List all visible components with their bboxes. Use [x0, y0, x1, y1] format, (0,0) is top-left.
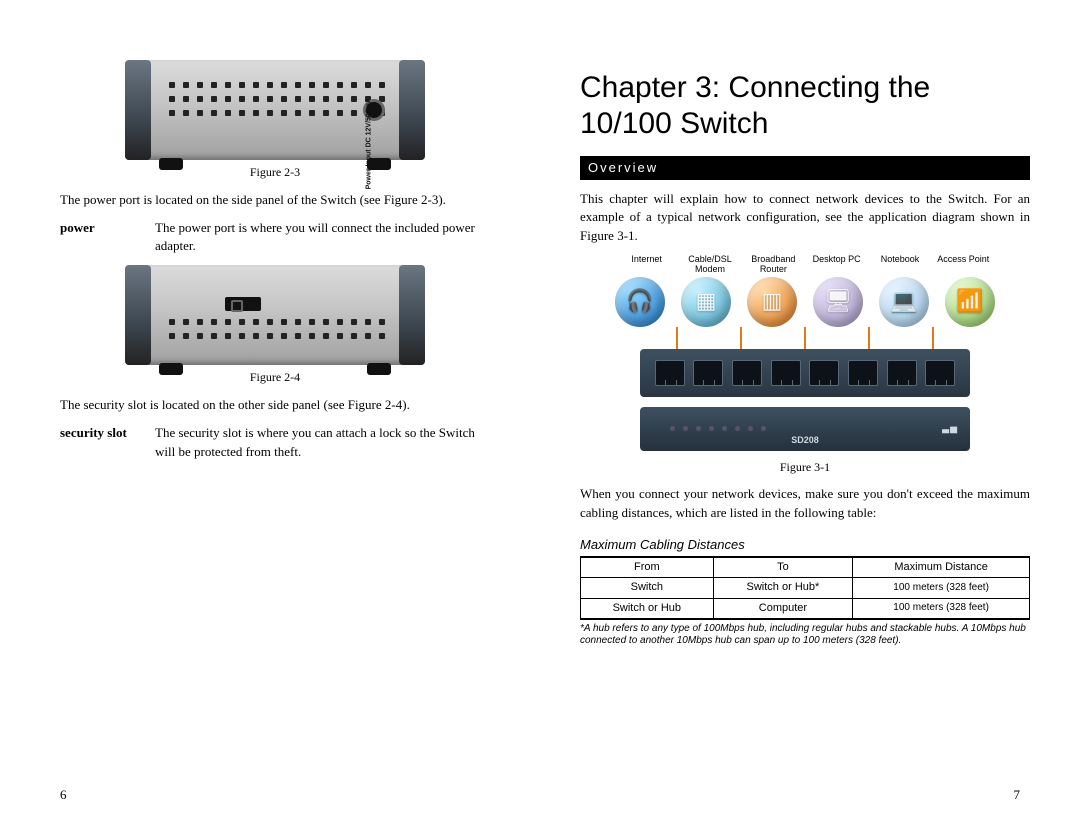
- th-max: Maximum Distance: [853, 557, 1030, 578]
- definition-power-desc: The power port is where you will connect…: [155, 219, 490, 255]
- security-slot-paragraph: The security slot is located on the othe…: [60, 396, 490, 414]
- td-max: 100 meters (328 feet): [853, 598, 1030, 619]
- th-to: To: [713, 557, 853, 578]
- label-modem: Cable/DSL Modem: [678, 255, 741, 275]
- definition-power-term: power: [60, 219, 155, 255]
- label-notebook: Notebook: [868, 255, 931, 275]
- label-desktop: Desktop PC: [805, 255, 868, 275]
- table-title: Maximum Cabling Distances: [580, 536, 1030, 554]
- td-from: Switch or Hub: [581, 598, 714, 619]
- definition-power: power The power port is where you will c…: [60, 219, 490, 255]
- td-max: 100 meters (328 feet): [853, 578, 1030, 598]
- device-side-power: Power Input DC 12V/500mA: [125, 60, 425, 160]
- td-from: Switch: [581, 578, 714, 598]
- device-model-label: SD208: [791, 434, 819, 447]
- figure-2-3-image: Power Input DC 12V/500mA: [125, 60, 425, 160]
- modem-icon: ▦: [681, 277, 731, 327]
- brand-logo-icon: ▃▅: [942, 422, 958, 435]
- figure-2-4-caption: Figure 2-4: [60, 369, 490, 386]
- figure-3-1-caption: Figure 3-1: [580, 459, 1030, 476]
- connect-paragraph: When you connect your network devices, m…: [580, 485, 1030, 521]
- definition-security: security slot The security slot is where…: [60, 424, 490, 460]
- desktop-icon: 🖥: [813, 277, 863, 327]
- chapter-title: Chapter 3: Connecting the 10/100 Switch: [580, 70, 1030, 142]
- overview-paragraph: This chapter will explain how to connect…: [580, 190, 1030, 245]
- power-port-label: Power Input DC 12V/500mA: [365, 98, 372, 189]
- figure-2-4-image: [125, 265, 425, 365]
- page-left: Power Input DC 12V/500mA Figure 2-3 The …: [0, 0, 540, 834]
- section-overview-bar: Overview: [580, 156, 1030, 180]
- definition-security-term: security slot: [60, 424, 155, 460]
- diagram-icons: 🎧 ▦ ▥ 🖥 💻 📶: [615, 277, 995, 327]
- device-side-security: [125, 265, 425, 365]
- diagram-connectors: [615, 327, 995, 349]
- diagram-labels: Internet Cable/DSL Modem Broadband Route…: [615, 255, 995, 275]
- figure-2-3-caption: Figure 2-3: [60, 164, 490, 181]
- cabling-table: From To Maximum Distance Switch Switch o…: [580, 556, 1030, 620]
- label-router: Broadband Router: [742, 255, 805, 275]
- label-ap: Access Point: [932, 255, 995, 275]
- table-header-row: From To Maximum Distance: [581, 557, 1030, 578]
- label-internet: Internet: [615, 255, 678, 275]
- table-row: Switch or Hub Computer 100 meters (328 f…: [581, 598, 1030, 619]
- router-icon: ▥: [747, 277, 797, 327]
- page-spread: Power Input DC 12V/500mA Figure 2-3 The …: [0, 0, 1080, 834]
- th-from: From: [581, 557, 714, 578]
- page-right: Chapter 3: Connecting the 10/100 Switch …: [540, 0, 1080, 834]
- power-port-paragraph: The power port is located on the side pa…: [60, 191, 490, 209]
- table-footnote: *A hub refers to any type of 100Mbps hub…: [580, 623, 1030, 647]
- definition-security-desc: The security slot is where you can attac…: [155, 424, 490, 460]
- table-row: Switch Switch or Hub* 100 meters (328 fe…: [581, 578, 1030, 598]
- security-slot-icon: [225, 297, 261, 311]
- td-to: Computer: [713, 598, 853, 619]
- notebook-icon: 💻: [879, 277, 929, 327]
- switch-back-icon: [640, 349, 970, 397]
- page-number-left: 6: [60, 786, 67, 804]
- td-to: Switch or Hub*: [713, 578, 853, 598]
- figure-3-1-image: Internet Cable/DSL Modem Broadband Route…: [615, 255, 995, 451]
- page-number-right: 7: [1014, 786, 1021, 804]
- internet-icon: 🎧: [615, 277, 665, 327]
- access-point-icon: 📶: [945, 277, 995, 327]
- switch-front-icon: SD208 ▃▅: [640, 407, 970, 451]
